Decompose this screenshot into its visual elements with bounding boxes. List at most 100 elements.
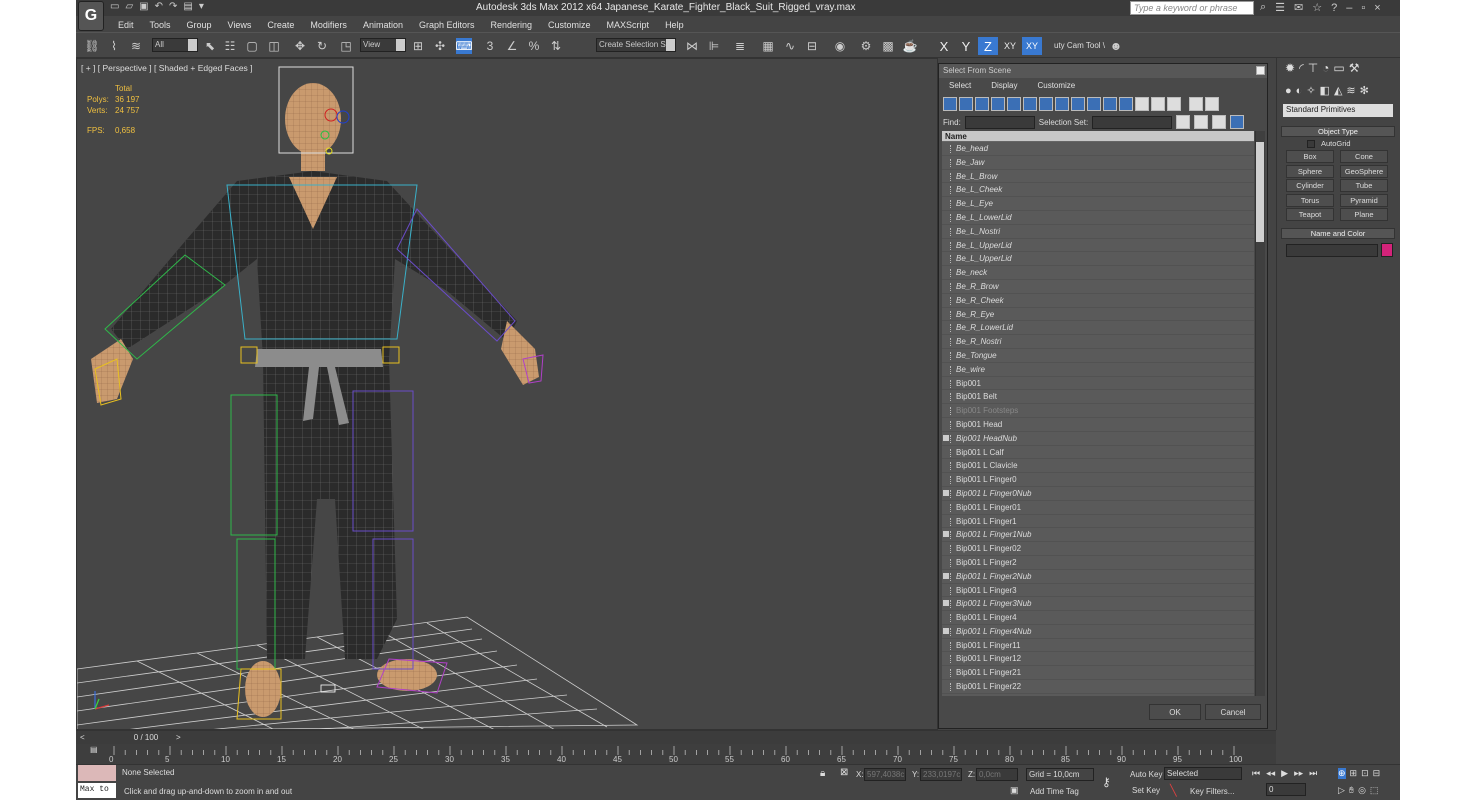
list-item[interactable]: Bip001 L Finger3Nub [942, 597, 1254, 612]
select-dependents-icon[interactable] [1176, 115, 1191, 129]
set-key-button[interactable]: Set Key [1132, 786, 1160, 795]
display-none-icon[interactable] [1151, 97, 1165, 111]
systems-icon[interactable]: ✻ [1360, 84, 1369, 97]
menu-modifiers[interactable]: Modifiers [302, 18, 355, 32]
time-slider-label[interactable]: 0 / 100 [116, 733, 176, 742]
primitive-type-dropdown[interactable]: Standard Primitives [1283, 104, 1393, 117]
angle-snap-icon[interactable]: ∠ [504, 38, 520, 54]
curve-editor-icon[interactable]: ∿ [782, 38, 798, 54]
object-type-rollout[interactable]: Object Type [1281, 126, 1395, 137]
list-item[interactable]: Bip001 L Finger22 [942, 680, 1254, 694]
unlink-icon[interactable]: ⌇ [106, 38, 122, 54]
autogrid-checkbox[interactable]: AutoGrid [1307, 139, 1351, 149]
window-crossing-icon[interactable]: ◫ [266, 38, 282, 54]
zoom-extents-all-icon[interactable]: ⊟ [1373, 768, 1381, 779]
time-slider[interactable]: < 0 / 100 > [76, 730, 1276, 744]
auto-key-button[interactable]: Auto Key [1130, 770, 1162, 779]
mini-curve-editor-icon[interactable]: ▤ [90, 745, 98, 754]
list-item[interactable]: Bip001 L Finger2 [942, 556, 1254, 570]
key-filter-icon[interactable]: ╲ [1170, 784, 1177, 797]
display-frozen-icon[interactable] [1103, 97, 1117, 111]
list-item[interactable]: Bip001 L Finger02 [942, 542, 1254, 556]
geosphere-button[interactable]: GeoSphere [1340, 165, 1388, 178]
track-bar[interactable]: 0 5 10 15 20 25 30 35 40 45 50 55 60 65 70 75 80 85 90 95 10… [76, 744, 1276, 764]
list-item[interactable]: Bip001 L Finger21 [942, 666, 1254, 681]
time-slider-next-icon[interactable]: > [176, 733, 181, 742]
maxscript-mini-listener[interactable]: Max to [78, 783, 116, 798]
list-item[interactable]: Be_L_Nostri [942, 225, 1254, 239]
list-item[interactable]: Bip001 L Calf [942, 446, 1254, 460]
align-icon[interactable]: ⊫ [706, 38, 722, 54]
menu-help[interactable]: Help [657, 18, 692, 32]
play-icon[interactable]: ▶ [1281, 768, 1288, 779]
maxscript-listener-pink[interactable] [78, 765, 116, 781]
reference-coordinate-dropdown[interactable]: View [360, 38, 406, 52]
motion-tab-icon[interactable]: ◔ [1322, 61, 1329, 75]
selection-set-dropdown[interactable] [1092, 115, 1173, 129]
box-button[interactable]: Box [1286, 150, 1334, 163]
list-item[interactable]: Be_L_UpperLid [942, 252, 1254, 267]
list-item[interactable]: Bip001 L Finger1 [942, 515, 1254, 529]
display-hidden-icon[interactable] [1119, 97, 1133, 111]
list-item[interactable]: Bip001 L Finger11 [942, 639, 1254, 653]
set-key-icon[interactable]: ⚷ [1102, 775, 1111, 789]
select-by-name-icon[interactable]: ☷ [222, 38, 238, 54]
current-frame-field[interactable]: 0 [1266, 783, 1306, 796]
key-filters-button[interactable]: Key Filters... [1190, 787, 1234, 796]
list-item[interactable]: Bip001 L Finger3 [942, 584, 1254, 598]
cone-button[interactable]: Cone [1340, 150, 1388, 163]
lights-icon[interactable]: ✧ [1306, 84, 1315, 97]
schematic-view-icon[interactable]: ⊟ [804, 38, 820, 54]
rendered-frame-window-icon[interactable]: ▩ [880, 38, 896, 54]
modify-tab-icon[interactable]: ◜ [1299, 61, 1304, 75]
list-item[interactable]: Bip001 L Finger0 [942, 473, 1254, 487]
named-selection-set-dropdown[interactable]: Create Selection Se [596, 38, 676, 52]
material-editor-icon[interactable]: ◉ [832, 38, 848, 54]
time-slider-prev-icon[interactable]: < [80, 733, 85, 742]
render-setup-icon[interactable]: ⚙ [858, 38, 874, 54]
tube-button[interactable]: Tube [1340, 179, 1388, 192]
axis-xy-button[interactable]: XY [1000, 37, 1020, 55]
menu-rendering[interactable]: Rendering [483, 18, 541, 32]
menu-create[interactable]: Create [259, 18, 302, 32]
plane-button[interactable]: Plane [1340, 208, 1388, 221]
pan-icon[interactable]: ✋︎ [1349, 785, 1354, 796]
axis-x-button[interactable]: X [934, 37, 954, 55]
list-item[interactable]: Bip001 Belt [942, 390, 1254, 405]
display-space-warps-icon[interactable] [1023, 97, 1037, 111]
geometry-icon[interactable]: ● [1285, 85, 1292, 97]
teapot-button[interactable]: Teapot [1286, 208, 1334, 221]
y-coord-field[interactable]: 233,0197c [920, 768, 962, 781]
menu-customize[interactable]: Customize [540, 18, 599, 32]
menu-tools[interactable]: Tools [142, 18, 179, 32]
column-header-name[interactable]: Name [942, 131, 1254, 142]
display-shapes-icon[interactable] [959, 97, 973, 111]
list-item[interactable]: Be_R_Cheek [942, 294, 1254, 308]
display-lights-icon[interactable] [975, 97, 989, 111]
list-item[interactable]: Be_R_Nostri [942, 335, 1254, 349]
hierarchy-tab-icon[interactable]: ⊤ [1308, 61, 1318, 75]
z-coord-field[interactable]: 0,0cm [976, 768, 1018, 781]
pyramid-button[interactable]: Pyramid [1340, 194, 1388, 207]
menu-edit[interactable]: Edit [110, 18, 142, 32]
list-item[interactable]: Bip001 [942, 377, 1254, 391]
list-item[interactable]: Bip001 L Finger4Nub [942, 625, 1254, 639]
helpers-icon[interactable]: ◭ [1334, 84, 1342, 97]
list-item[interactable]: Be_L_UpperLid [942, 239, 1254, 253]
next-frame-icon[interactable]: ▸▸ [1294, 768, 1303, 779]
list-item[interactable]: Bip001 L Finger0Nub [942, 487, 1254, 501]
display-tab-icon[interactable]: ▭ [1333, 61, 1344, 75]
menu-group[interactable]: Group [179, 18, 220, 32]
select-influences-icon[interactable] [1212, 115, 1227, 129]
object-color-swatch[interactable] [1381, 243, 1393, 257]
display-invert-icon[interactable] [1167, 97, 1181, 111]
subscription-icon[interactable]: ☰ [1275, 1, 1285, 14]
list-item[interactable]: Bip001 HeadNub [942, 432, 1254, 446]
axis-z-button[interactable]: Z [978, 37, 998, 55]
zoom-all-icon[interactable]: ⊞ [1350, 768, 1358, 779]
absolute-mode-icon[interactable]: ⊠ [840, 767, 848, 778]
add-time-tag-label[interactable]: Add Time Tag [1030, 787, 1079, 796]
list-item[interactable]: Bip001 L Finger12 [942, 652, 1254, 667]
select-object-icon[interactable]: ⬉ [202, 38, 218, 54]
binoculars-icon[interactable]: ⌕ [1260, 1, 1266, 14]
